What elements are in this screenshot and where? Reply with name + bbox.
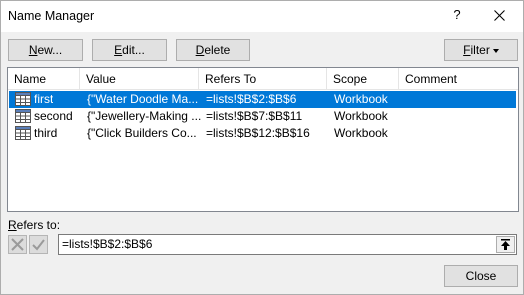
names-list[interactable]: Name Value Refers To Scope Comment first… — [7, 67, 519, 212]
cell-scope: Workbook — [334, 126, 388, 140]
title-bar: Name Manager ? — [1, 1, 523, 32]
list-header: Name Value Refers To Scope Comment — [8, 68, 518, 90]
help-button[interactable]: ? — [442, 4, 472, 28]
table-icon — [15, 126, 31, 140]
cell-name: first — [34, 92, 54, 106]
cancel-edit-button[interactable] — [8, 235, 27, 254]
arrow-up-icon — [501, 239, 510, 250]
window-title: Name Manager — [8, 9, 95, 23]
new-button[interactable]: New... — [8, 39, 83, 61]
cell-name: third — [34, 126, 58, 140]
cell-value: {"Jewellery-Making ... — [87, 109, 202, 123]
table-row[interactable]: third {"Click Builders Co... =lists!$B$1… — [9, 125, 516, 142]
collapse-dialog-button[interactable] — [496, 236, 515, 253]
column-header-name[interactable]: Name — [8, 68, 80, 90]
column-header-refers-to[interactable]: Refers To — [199, 68, 327, 90]
cell-value: {"Click Builders Co... — [87, 126, 197, 140]
table-row[interactable]: first {"Water Doodle Ma... =lists!$B$2:$… — [9, 91, 516, 108]
close-icon — [494, 10, 505, 21]
help-icon: ? — [453, 7, 461, 22]
refers-to-input[interactable]: =lists!$B$2:$B$6 — [58, 234, 517, 255]
cell-scope: Workbook — [334, 92, 388, 106]
cell-scope: Workbook — [334, 109, 388, 123]
close-button[interactable]: Close — [444, 265, 518, 287]
cancel-x-icon — [11, 238, 24, 251]
refers-to-label: Refers to: — [8, 218, 61, 232]
confirm-edit-button[interactable] — [29, 235, 48, 254]
cell-refers-to: =lists!$B$2:$B$6 — [206, 92, 297, 106]
cell-value: {"Water Doodle Ma... — [87, 92, 199, 106]
table-icon — [15, 92, 31, 106]
column-header-comment[interactable]: Comment — [399, 68, 518, 90]
table-icon — [15, 109, 31, 123]
delete-button[interactable]: Delete — [176, 39, 250, 61]
checkmark-icon — [32, 239, 45, 251]
cell-refers-to: =lists!$B$7:$B$11 — [206, 109, 303, 123]
column-header-scope[interactable]: Scope — [327, 68, 399, 90]
window-close-button[interactable] — [483, 4, 517, 28]
chevron-down-icon — [492, 48, 499, 53]
filter-dropdown-button[interactable]: Filter — [444, 39, 518, 61]
name-manager-dialog: Name Manager ? New... Edit... Delete Fil… — [0, 0, 524, 295]
column-header-value[interactable]: Value — [80, 68, 199, 90]
edit-button[interactable]: Edit... — [92, 39, 167, 61]
cell-refers-to: =lists!$B$12:$B$16 — [206, 126, 310, 140]
table-row[interactable]: second {"Jewellery-Making ... =lists!$B$… — [9, 108, 516, 125]
cell-name: second — [34, 109, 73, 123]
